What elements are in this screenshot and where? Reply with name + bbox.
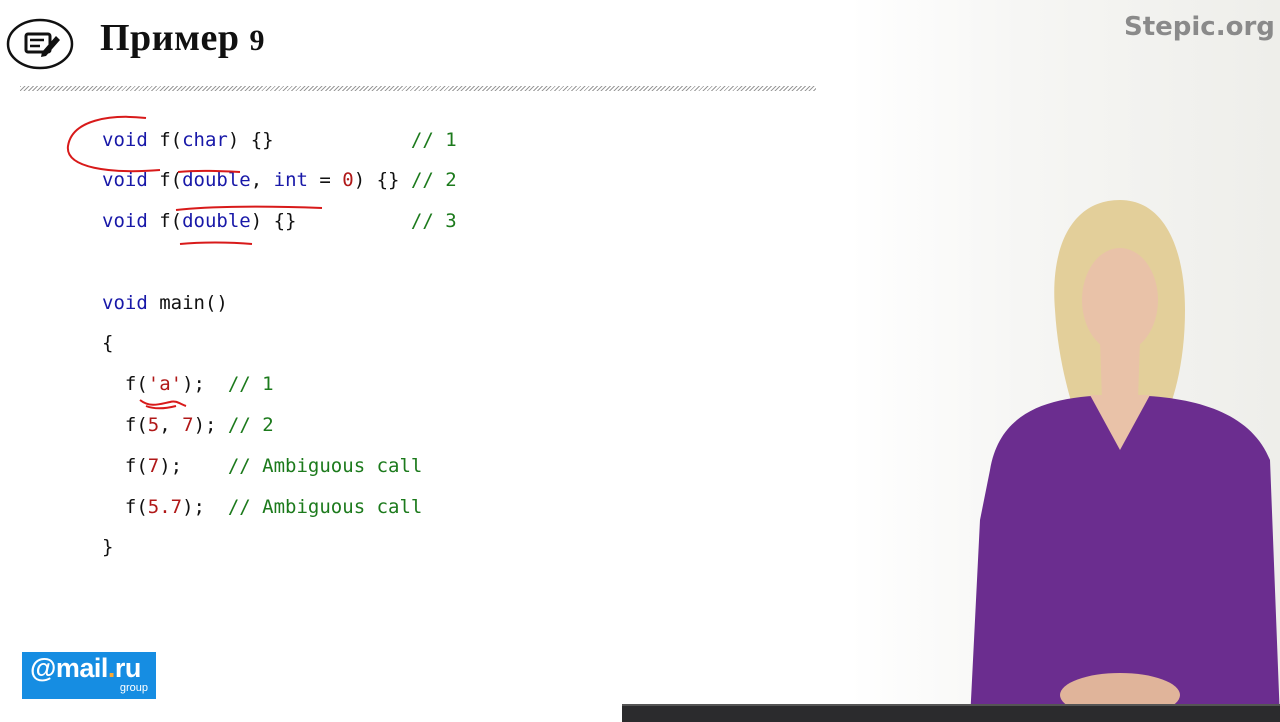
code-token: 5.7: [147, 496, 183, 518]
annotation-underline-double: [179, 241, 253, 245]
code-token: void: [102, 292, 148, 314]
code-token: 'a': [147, 373, 183, 395]
page-title: Пример 9: [100, 16, 265, 60]
presenter-video: [970, 200, 1280, 720]
annotation-scribble-char-literal: [139, 399, 187, 410]
code-line: {: [102, 331, 113, 355]
keyboard: [622, 704, 1280, 722]
code-token: double: [182, 169, 251, 191]
mailru-group-logo: @mail.ru group: [22, 652, 156, 699]
code-line: void main(): [102, 291, 228, 315]
code-token: ) {}: [227, 129, 411, 151]
code-token: // Ambiguous call: [227, 455, 423, 477]
title-number: 9: [249, 24, 265, 57]
code-token: ) {}: [353, 169, 411, 191]
code-line: void f(double, int = 0) {} // 2: [102, 168, 457, 192]
code-token: main(): [147, 292, 228, 314]
code-token: char: [182, 129, 228, 151]
code-token: f(: [147, 129, 183, 151]
edit-document-icon: [6, 18, 74, 70]
code-token: double: [182, 210, 251, 232]
code-token: 7: [147, 455, 160, 477]
code-token: void: [102, 129, 148, 151]
code-token: ) {}: [250, 210, 411, 232]
code-line: }: [102, 535, 113, 559]
title-text: Пример: [100, 17, 240, 59]
mailru-brand: @mail.ru: [30, 653, 141, 684]
code-line: f('a'); // 1: [102, 372, 274, 396]
code-line: void f(char) {} // 1: [102, 128, 457, 152]
code-token: int: [273, 169, 308, 191]
code-token: f(: [147, 210, 183, 232]
code-token: // 2: [227, 414, 274, 436]
code-token: );: [193, 414, 228, 436]
code-token: f(: [102, 414, 148, 436]
brand-mail: mail: [55, 653, 109, 683]
code-token: f(: [147, 169, 183, 191]
title-divider: [20, 86, 816, 91]
code-token: =: [307, 169, 343, 191]
code-token: ,: [250, 169, 274, 191]
code-line: void f(double) {} // 3: [102, 209, 457, 233]
code-token: );: [159, 455, 228, 477]
code-token: ,: [159, 414, 183, 436]
brand-dot: .: [107, 653, 116, 683]
code-token: f(: [102, 496, 148, 518]
site-logo: Stepic.org: [1124, 12, 1275, 42]
code-line: f(7); // Ambiguous call: [102, 454, 422, 478]
brand-group: group: [119, 682, 148, 694]
code-token: // 1: [227, 373, 274, 395]
code-token: {: [102, 332, 114, 354]
code-token: );: [182, 496, 228, 518]
code-token: );: [182, 373, 228, 395]
code-token: }: [102, 536, 114, 558]
brand-at: @: [30, 653, 56, 683]
code-token: 7: [182, 414, 194, 436]
code-token: void: [102, 169, 148, 191]
code-line: f(5.7); // Ambiguous call: [102, 495, 422, 519]
code-token: void: [102, 210, 148, 232]
code-token: // 2: [410, 169, 457, 191]
code-token: f(: [102, 373, 148, 395]
code-token: // 1: [410, 129, 457, 151]
code-line: f(5, 7); // 2: [102, 413, 274, 437]
code-token: f(: [102, 455, 148, 477]
code-token: 0: [342, 169, 354, 191]
code-token: 5: [147, 414, 160, 436]
code-token: // 3: [410, 210, 457, 232]
code-token: // Ambiguous call: [227, 496, 423, 518]
brand-ru: ru: [114, 653, 142, 683]
